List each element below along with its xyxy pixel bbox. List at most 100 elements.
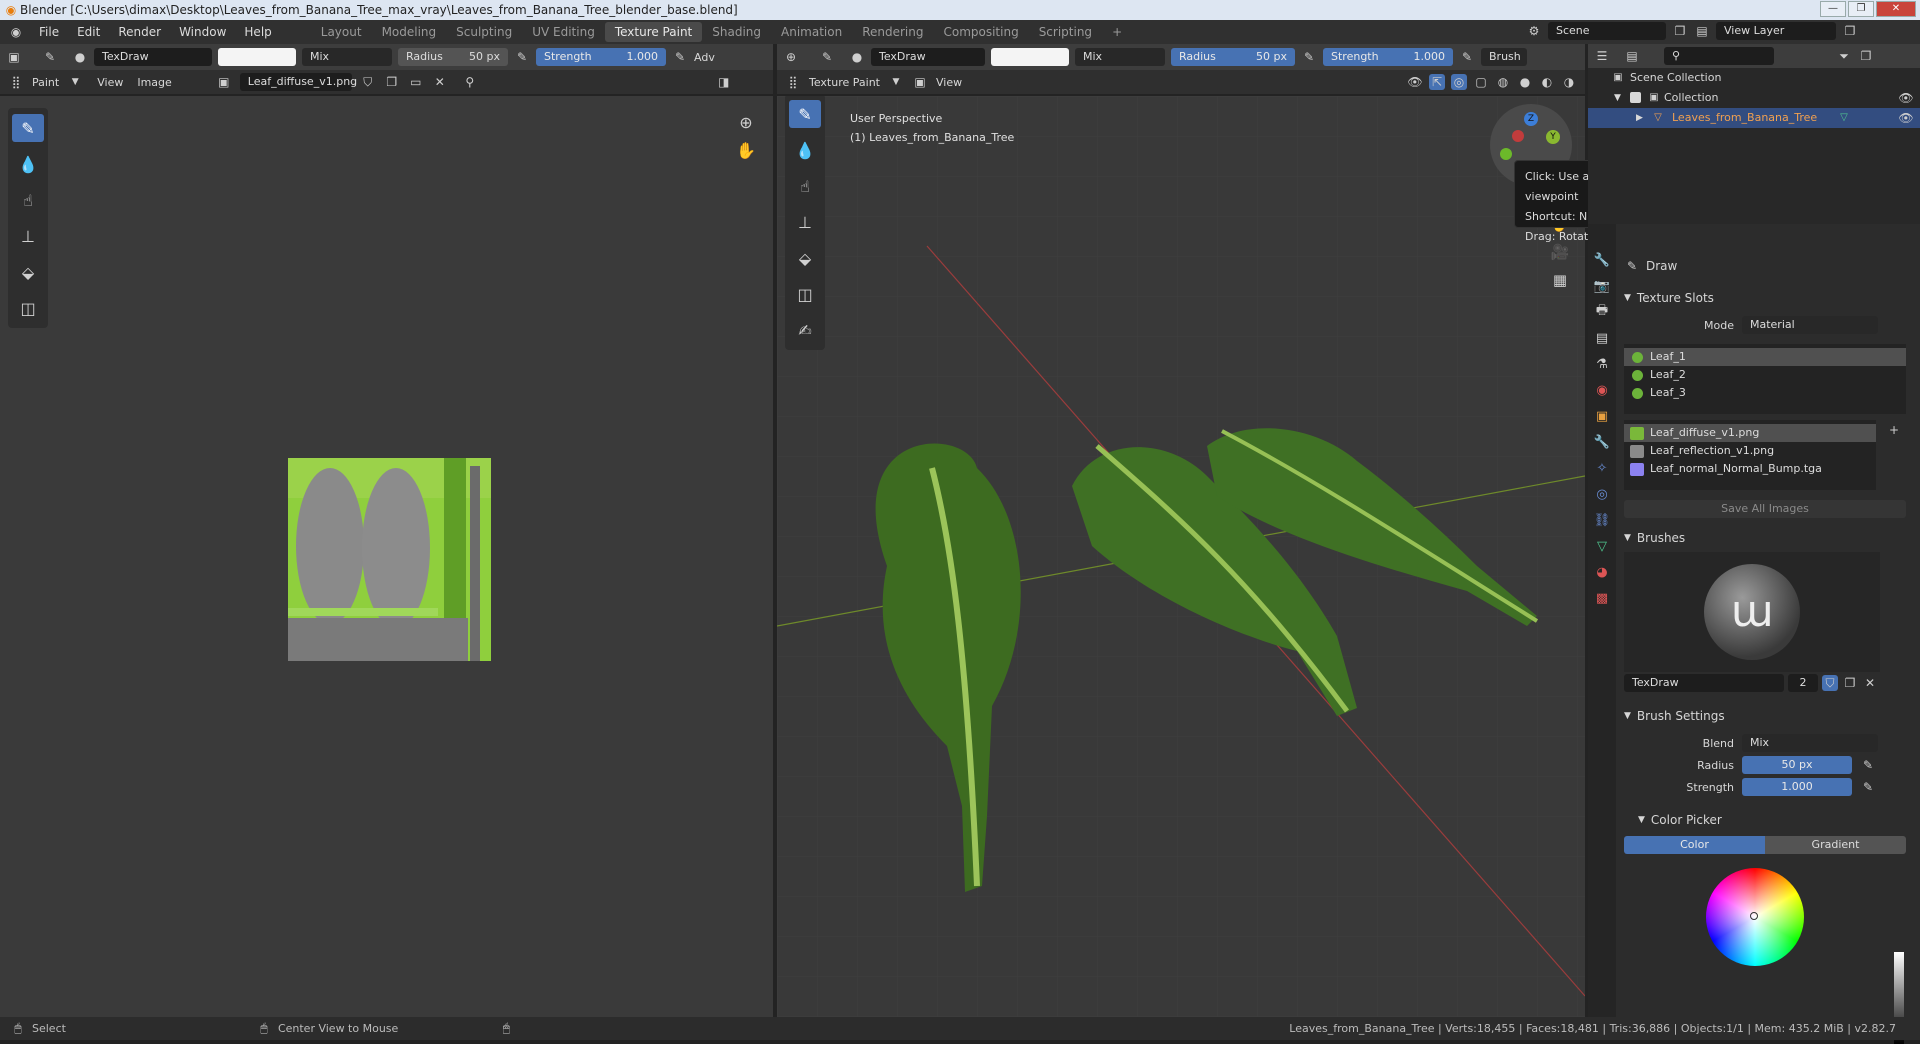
smear-tool-icon[interactable]: ☝ (12, 186, 44, 214)
color-wheel-cursor[interactable] (1750, 912, 1758, 920)
brush-unlink-icon[interactable]: ✕ (1862, 675, 1878, 691)
object-eye-icon[interactable]: 👁 (1898, 110, 1914, 126)
clone-tool-icon[interactable]: ⊥ (12, 222, 44, 250)
viewport-mode-dropdown[interactable]: Texture Paint (809, 76, 880, 89)
brush-preview-panel[interactable]: ɯ (1624, 552, 1880, 672)
expand-collection-icon[interactable]: ▼ (1614, 88, 1621, 108)
radius-pressure-icon[interactable]: ✎ (514, 49, 530, 65)
outliner-row-scene-collection[interactable]: ▣ Scene Collection (1588, 68, 1920, 88)
material-slot-leaf-3[interactable]: Leaf_3 (1624, 384, 1906, 402)
mode-dropdown[interactable]: Paint (32, 76, 59, 89)
mask-toggle-icon[interactable]: ▣ (912, 74, 928, 90)
unlink-image-icon[interactable]: ✕ (432, 74, 448, 90)
outliner-editor-type-icon[interactable]: ☰ (1594, 48, 1610, 64)
shading-rendered-icon[interactable]: ◑ (1561, 74, 1577, 90)
pan-hand-icon[interactable]: ✋ (736, 141, 756, 160)
shading-material-icon[interactable]: ◐ (1539, 74, 1555, 90)
gizmo-toggle-icon[interactable]: ⇱ (1429, 74, 1445, 90)
viewport-draw-tool-icon[interactable]: ✎ (789, 100, 821, 128)
data-tab-icon[interactable]: ▽ (1594, 538, 1610, 554)
color-tab[interactable]: Color (1624, 836, 1765, 854)
neg-y-axis-icon[interactable] (1500, 148, 1512, 160)
blend-mode-dropdown[interactable]: Mix (302, 48, 392, 66)
viewport-radius-field[interactable]: Radius 50 px (1171, 48, 1295, 66)
tab-layout[interactable]: Layout (311, 22, 372, 42)
outliner-search-input[interactable]: ⚲ (1664, 47, 1774, 65)
menu-help[interactable]: Help (235, 25, 280, 39)
shading-solid-icon[interactable]: ● (1517, 74, 1533, 90)
xray-toggle-icon[interactable]: ▢ (1473, 74, 1489, 90)
world-tab-icon[interactable]: ◉ (1594, 382, 1610, 398)
strength-field[interactable]: Strength 1.000 (536, 48, 666, 66)
constraints-tab-icon[interactable]: ⛓ (1594, 512, 1611, 528)
image-slot-reflection[interactable]: Leaf_reflection_v1.png (1624, 442, 1876, 460)
output-tab-icon[interactable]: 🖶 (1594, 303, 1610, 320)
material-tab-icon[interactable]: ◕ (1594, 564, 1610, 580)
new-image-icon[interactable]: ❐ (384, 74, 400, 90)
viewport-brush-name-field[interactable]: TexDraw (871, 48, 985, 66)
visibility-icon[interactable]: 👁 (1407, 74, 1423, 90)
brush-radius-pressure-icon[interactable]: ✎ (1860, 757, 1876, 773)
viewport-strength-field[interactable]: Strength 1.000 (1323, 48, 1453, 66)
scene-icon[interactable]: ⚙ (1526, 23, 1542, 39)
image-slot-diffuse[interactable]: Leaf_diffuse_v1.png (1624, 424, 1876, 442)
z-axis-icon[interactable]: Z (1524, 112, 1538, 126)
save-all-images-button[interactable]: Save All Images (1624, 500, 1906, 518)
tab-shading[interactable]: Shading (702, 22, 771, 42)
tool-tab-icon[interactable]: 🔧 (1594, 252, 1610, 268)
tab-compositing[interactable]: Compositing (933, 22, 1028, 42)
viewport-fill-tool-icon[interactable]: ⬙ (789, 244, 821, 272)
image-browse-icon[interactable]: ▣ (216, 74, 232, 90)
display-mode-icon[interactable]: ▤ (1624, 48, 1640, 64)
fake-user-icon[interactable]: ⛉ (360, 74, 376, 90)
viewport-brush-color-swatch[interactable] (991, 48, 1069, 66)
material-slot-leaf-2[interactable]: Leaf_2 (1624, 366, 1906, 384)
menu-render[interactable]: Render (109, 25, 170, 39)
maximize-button[interactable]: ❐ (1848, 1, 1874, 17)
view-layer-tab-icon[interactable]: ▤ (1594, 330, 1610, 346)
object-tab-icon[interactable]: ▣ (1594, 408, 1610, 424)
zoom-icon[interactable]: ⊕ (738, 113, 754, 132)
tab-animation[interactable]: Animation (771, 22, 852, 42)
shading-wireframe-icon[interactable]: ◍ (1495, 74, 1511, 90)
menu-edit[interactable]: Edit (68, 25, 109, 39)
brush-datablock-name[interactable]: TexDraw (1624, 674, 1784, 692)
viewport-menu-view[interactable]: View (936, 76, 962, 89)
y-axis-icon[interactable]: Y (1546, 130, 1560, 144)
scene-tab-icon[interactable]: ⚗ (1594, 356, 1610, 372)
brush-fake-user-icon[interactable]: ⛉ (1822, 675, 1838, 691)
expand-object-icon[interactable]: ▶ (1636, 108, 1643, 128)
collection-eye-icon[interactable]: 👁 (1898, 90, 1914, 106)
physics-tab-icon[interactable]: ◎ (1594, 486, 1610, 502)
draw-tool-icon[interactable]: ✎ (12, 114, 44, 142)
annotate-tool-icon[interactable]: ✍ (789, 316, 821, 344)
viewport-brush-tool-icon[interactable]: ✎ (819, 49, 835, 65)
tab-texture-paint[interactable]: Texture Paint (604, 22, 703, 42)
open-image-icon[interactable]: ▭ (408, 74, 424, 90)
display-channels-icon[interactable]: ◨ (716, 74, 732, 90)
new-view-layer-icon[interactable]: ❐ (1842, 23, 1858, 39)
blender-menu-icon[interactable]: ◉ (8, 24, 24, 40)
modifier-tab-icon[interactable]: 🔧 (1594, 434, 1610, 450)
view-layer-selector[interactable]: View Layer (1716, 22, 1836, 40)
brush-radius-field[interactable]: 50 px (1742, 756, 1852, 774)
soften-tool-icon[interactable]: 💧 (12, 150, 44, 178)
render-tab-icon[interactable]: 📷 (1594, 278, 1610, 294)
3d-viewport[interactable]: ✎ 💧 ☝ ⊥ ⬙ ◫ ✍ User Perspective (1) Leave… (777, 96, 1585, 1017)
radius-field[interactable]: Radius 50 px (398, 48, 508, 66)
new-scene-icon[interactable]: ❐ (1672, 23, 1688, 39)
add-texture-slot-icon[interactable]: + (1886, 422, 1902, 438)
brush-strength-pressure-icon[interactable]: ✎ (1860, 779, 1876, 795)
outliner-row-object[interactable]: ▶ ▽ Leaves_from_Banana_Tree ▽ 👁 (1588, 108, 1920, 128)
particles-tab-icon[interactable]: ✧ (1594, 460, 1610, 476)
brush-duplicate-icon[interactable]: ❐ (1842, 675, 1858, 691)
advanced-menu[interactable]: Adv (694, 51, 715, 64)
strength-pressure-icon[interactable]: ✎ (672, 49, 688, 65)
close-button[interactable]: ✕ (1876, 1, 1916, 17)
collection-checkbox[interactable] (1630, 92, 1641, 103)
menu-image[interactable]: Image (137, 76, 171, 89)
menu-window[interactable]: Window (170, 25, 235, 39)
color-picker-panel-header[interactable]: ▼ Color Picker (1624, 810, 1914, 830)
viewport-strength-pressure-icon[interactable]: ✎ (1459, 49, 1475, 65)
gradient-tab[interactable]: Gradient (1765, 836, 1906, 854)
